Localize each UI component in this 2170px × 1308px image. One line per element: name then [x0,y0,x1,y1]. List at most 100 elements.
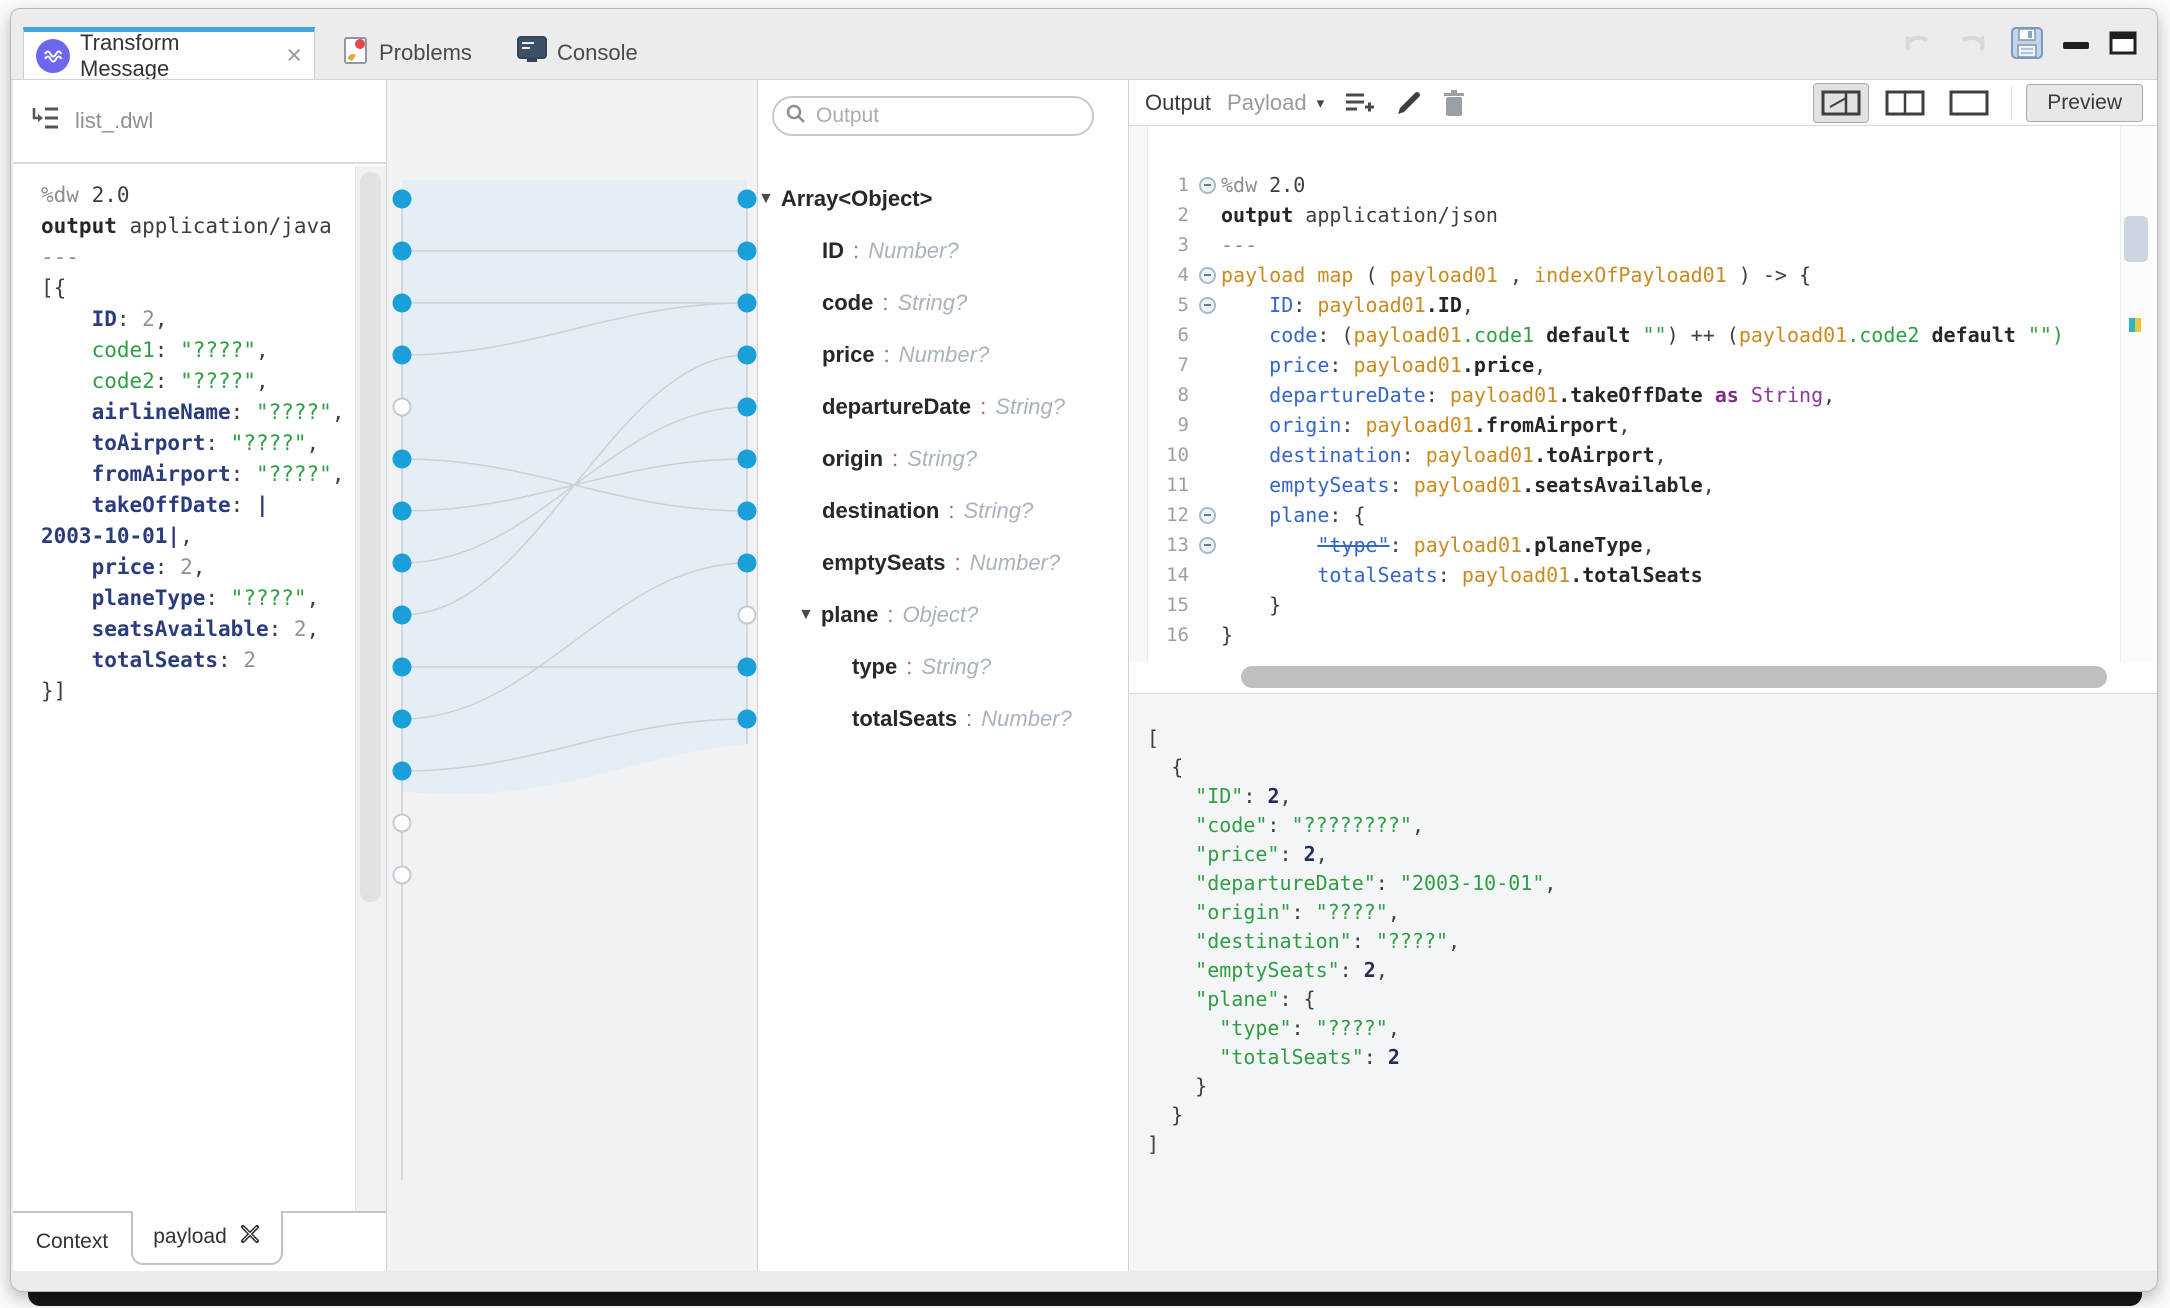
input-file-label: list_.dwl [75,108,153,134]
code-token [1221,353,1269,377]
mapping-dot[interactable] [393,190,412,209]
mapping-dot[interactable] [393,710,412,729]
collapse-icon[interactable] [1199,507,1216,524]
edit-button[interactable] [1396,90,1422,116]
tree-row[interactable]: ▼plane:Object? [758,589,1128,641]
mapping-dot[interactable] [738,190,757,209]
mapping-dot[interactable] [393,554,412,573]
code-token: : [1329,353,1353,377]
mapping-dot[interactable] [393,450,412,469]
tree-row[interactable]: emptySeats:Number? [758,537,1128,589]
mapping-dot[interactable] [738,554,757,573]
minimize-button[interactable] [2063,42,2089,49]
preview-line: } [1147,1101,2158,1130]
fold-icon[interactable] [1193,297,1221,314]
fold-icon[interactable] [1193,267,1221,284]
tree-key: ID [822,238,844,264]
mapping-dot-empty[interactable] [394,867,411,884]
mapping-dot[interactable] [393,242,412,261]
redo-button[interactable] [1955,28,1991,63]
tree-row[interactable]: departureDate:String? [758,381,1128,433]
save-button[interactable] [2011,27,2043,64]
preview-button[interactable]: Preview [2026,84,2143,122]
mapping-dot[interactable] [738,658,757,677]
fold-icon[interactable] [1193,537,1221,554]
caret-down-icon[interactable]: ▼ [758,190,774,208]
mapping-dot[interactable] [738,242,757,261]
mapping-dot[interactable] [393,762,412,781]
view-toggle-split[interactable] [1877,83,1933,123]
source-selector[interactable]: Payload [1227,90,1307,116]
tree-type: Number? [981,706,1071,732]
mapping-dot[interactable] [393,294,412,313]
tree-row[interactable]: totalSeats:Number? [758,693,1128,745]
code-token [41,307,92,331]
tree-colon: : [887,602,893,628]
tab-transform-message[interactable]: Transform Message × [23,27,315,79]
input-code-lines: %dw 2.0output application/java---[{ ID: … [41,180,354,707]
line-number: 10 [1147,444,1193,466]
tree-row[interactable]: type:String? [758,641,1128,693]
input-code-line: airlineName: "????", [41,397,354,428]
tree-row[interactable]: code:String? [758,277,1128,329]
caret-down-icon[interactable]: ▼ [798,606,814,624]
collapse-icon[interactable] [1199,537,1216,554]
editor-horizontal-scrollbar[interactable] [1129,662,2158,694]
mapping-dot-empty[interactable] [394,815,411,832]
editor-code-text: ID: payload01.ID, [1221,290,1474,320]
tree-row[interactable]: ID:Number? [758,225,1128,277]
tab-console[interactable]: Console [517,27,638,79]
overview-ruler[interactable] [2120,126,2153,662]
mapping-dot[interactable] [738,398,757,417]
mapping-dot[interactable] [393,658,412,677]
mapping-dot[interactable] [738,346,757,365]
mapping-dot[interactable] [738,450,757,469]
code-token: planeType [92,586,206,610]
code-token: 2 [243,648,256,672]
input-scrollbar[interactable] [355,166,386,1211]
code-token: , [1534,353,1546,377]
tab-context[interactable]: Context [13,1213,131,1271]
collapse-icon[interactable] [1199,267,1216,284]
mapping-dot-empty[interactable] [739,607,756,624]
add-target-button[interactable] [1344,90,1376,116]
fold-icon[interactable] [1193,177,1221,194]
input-code-editor[interactable]: %dw 2.0output application/java---[{ ID: … [13,166,354,1211]
scrollbar-thumb[interactable] [1241,666,2107,688]
scrollbar-thumb[interactable] [360,172,381,902]
tab-close-icon[interactable]: × [286,42,302,69]
undo-button[interactable] [1899,28,1935,63]
collapse-icon[interactable] [1199,177,1216,194]
dataweave-editor[interactable]: 1%dw 2.02output application/json3---4pay… [1129,126,2158,662]
line-number: 11 [1147,474,1193,496]
mapping-dot[interactable] [393,502,412,521]
mapping-dot[interactable] [738,710,757,729]
code-token: as [1715,383,1739,407]
delete-button[interactable] [1442,89,1466,117]
collapse-icon[interactable] [1199,297,1216,314]
mapping-dot[interactable] [393,346,412,365]
code-token [1147,1016,1219,1040]
code-token: payload01 [1366,413,1474,437]
editor-line: 8 departureDate: payload01.takeOffDate a… [1147,380,2111,410]
view-toggle-single[interactable] [1941,83,1997,123]
code-token [1739,383,1751,407]
overview-thumb[interactable] [2124,216,2148,262]
fold-icon[interactable] [1193,507,1221,524]
view-toggle-graphical[interactable] [1813,83,1869,123]
tree-row[interactable]: destination:String? [758,485,1128,537]
input-code-line: code2: "????", [41,366,354,397]
tree-row[interactable]: origin:String? [758,433,1128,485]
tree-row[interactable]: price:Number? [758,329,1128,381]
mapping-dot[interactable] [393,606,412,625]
code-token: : [1438,563,1462,587]
mapping-dot-empty[interactable] [394,399,411,416]
tab-payload[interactable]: payload [131,1211,283,1265]
editor-line: 9 origin: payload01.fromAirport, [1147,410,2111,440]
tree-row[interactable]: ▼Array<Object> [758,173,1128,225]
mapping-dot[interactable] [738,294,757,313]
mapping-dot[interactable] [738,502,757,521]
tab-problems[interactable]: Problems [343,27,472,79]
maximize-button[interactable] [2109,31,2137,60]
source-dropdown-icon[interactable]: ▾ [1317,94,1325,112]
